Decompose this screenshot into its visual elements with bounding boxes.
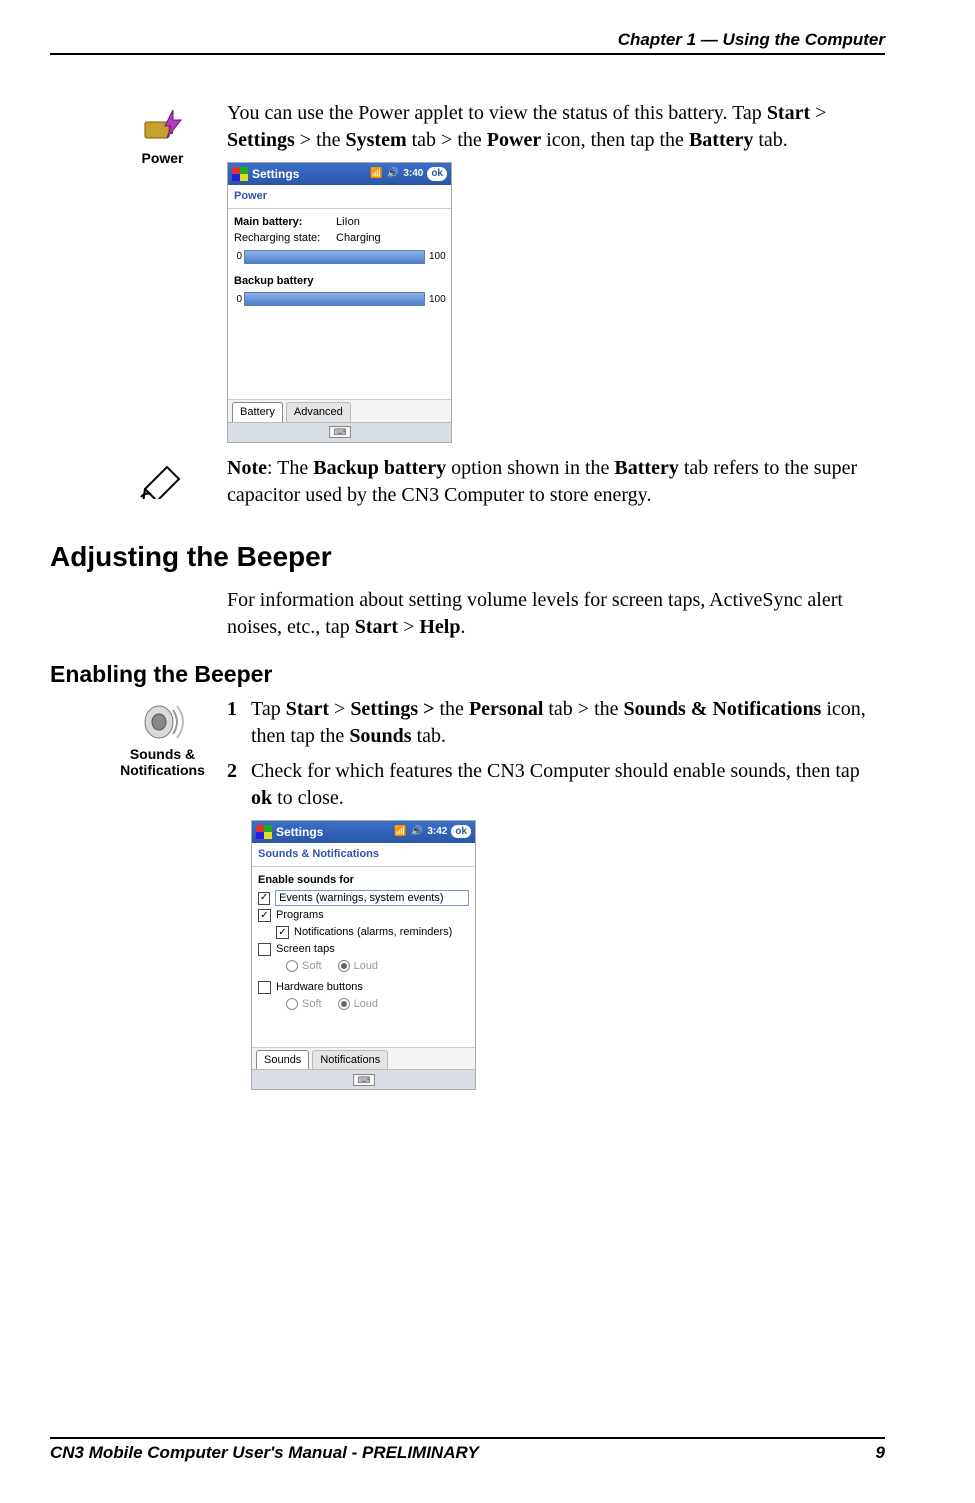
sounds-icon: Sounds & Notifications [110, 696, 215, 1091]
footer-title: CN3 Mobile Computer User's Manual - PREL… [50, 1443, 479, 1463]
start-flag-icon [232, 167, 248, 181]
taps-loud-radio: Loud [338, 959, 378, 974]
enable-sounds-label: Enable sounds for [258, 873, 469, 888]
tab-advanced[interactable]: Advanced [286, 402, 351, 422]
main-battery-bar: 0 100 [234, 250, 445, 264]
backup-battery-label: Backup battery [234, 274, 445, 289]
note-icon [110, 455, 215, 517]
clock-label: 3:40 [403, 167, 423, 181]
recharge-label: Recharging state: [234, 231, 336, 246]
heading-adjusting-beeper: Adjusting the Beeper [50, 541, 885, 573]
clock-label: 3:42 [427, 825, 447, 839]
ppc-subtitle: Power [228, 185, 451, 209]
main-battery-value: LiIon [336, 215, 360, 230]
ppc-subtitle: Sounds & Notifications [252, 843, 475, 867]
tab-notifications[interactable]: Notifications [312, 1050, 388, 1070]
hw-soft-radio: Soft [286, 997, 322, 1012]
notifications-checkbox[interactable]: ✓Notifications (alarms, reminders) [276, 925, 469, 940]
tab-battery[interactable]: Battery [232, 402, 283, 422]
page-number: 9 [876, 1443, 885, 1463]
programs-checkbox[interactable]: ✓Programs [258, 908, 469, 923]
power-intro-text: You can use the Power applet to view the… [227, 100, 885, 154]
page-header: Chapter 1 — Using the Computer [50, 30, 885, 55]
ppc-titlebar: Settings 📶 🔊 3:40 ok [228, 163, 451, 185]
screentaps-checkbox[interactable]: Screen taps [258, 942, 469, 957]
power-icon: Power [110, 100, 215, 443]
signal-icon: 📶 [370, 167, 382, 181]
keyboard-icon[interactable] [329, 426, 351, 438]
ppc-titlebar: Settings 📶 🔊 3:42 ok [252, 821, 475, 843]
power-icon-label: Power [141, 150, 183, 166]
recharge-value: Charging [336, 231, 381, 246]
subheading-enabling-beeper: Enabling the Beeper [50, 661, 885, 688]
main-battery-label: Main battery: [234, 215, 336, 230]
events-checkbox[interactable]: ✓ [258, 890, 469, 906]
keyboard-icon[interactable] [353, 1074, 375, 1086]
tab-sounds[interactable]: Sounds [256, 1050, 309, 1070]
events-field[interactable] [275, 890, 469, 906]
sounds-icon-label: Sounds & Notifications [110, 746, 215, 778]
note-text: Note: The Backup battery option shown in… [227, 455, 885, 509]
ppc-title: Settings [276, 824, 323, 840]
ok-button[interactable]: ok [427, 167, 447, 181]
ppc-title: Settings [252, 166, 299, 182]
step-2: 2 Check for which features the CN3 Compu… [227, 758, 885, 812]
taps-soft-radio: Soft [286, 959, 322, 974]
power-screenshot: Settings 📶 🔊 3:40 ok Power Main battery:… [227, 162, 452, 443]
speaker-icon: 🔊 [387, 167, 399, 181]
signal-icon: 📶 [394, 825, 406, 839]
step-1: 1 Tap Start > Settings > the Personal ta… [227, 696, 885, 750]
hw-loud-radio: Loud [338, 997, 378, 1012]
page-footer: CN3 Mobile Computer User's Manual - PREL… [50, 1437, 885, 1463]
beeper-intro-text: For information about setting volume lev… [227, 587, 885, 641]
backup-battery-bar: 0 100 [234, 292, 445, 306]
speaker-icon: 🔊 [411, 825, 423, 839]
sounds-screenshot: Settings 📶 🔊 3:42 ok Sounds & Notificati… [251, 820, 476, 1091]
start-flag-icon [256, 825, 272, 839]
hwbuttons-checkbox[interactable]: Hardware buttons [258, 980, 469, 995]
ok-button[interactable]: ok [451, 825, 471, 839]
